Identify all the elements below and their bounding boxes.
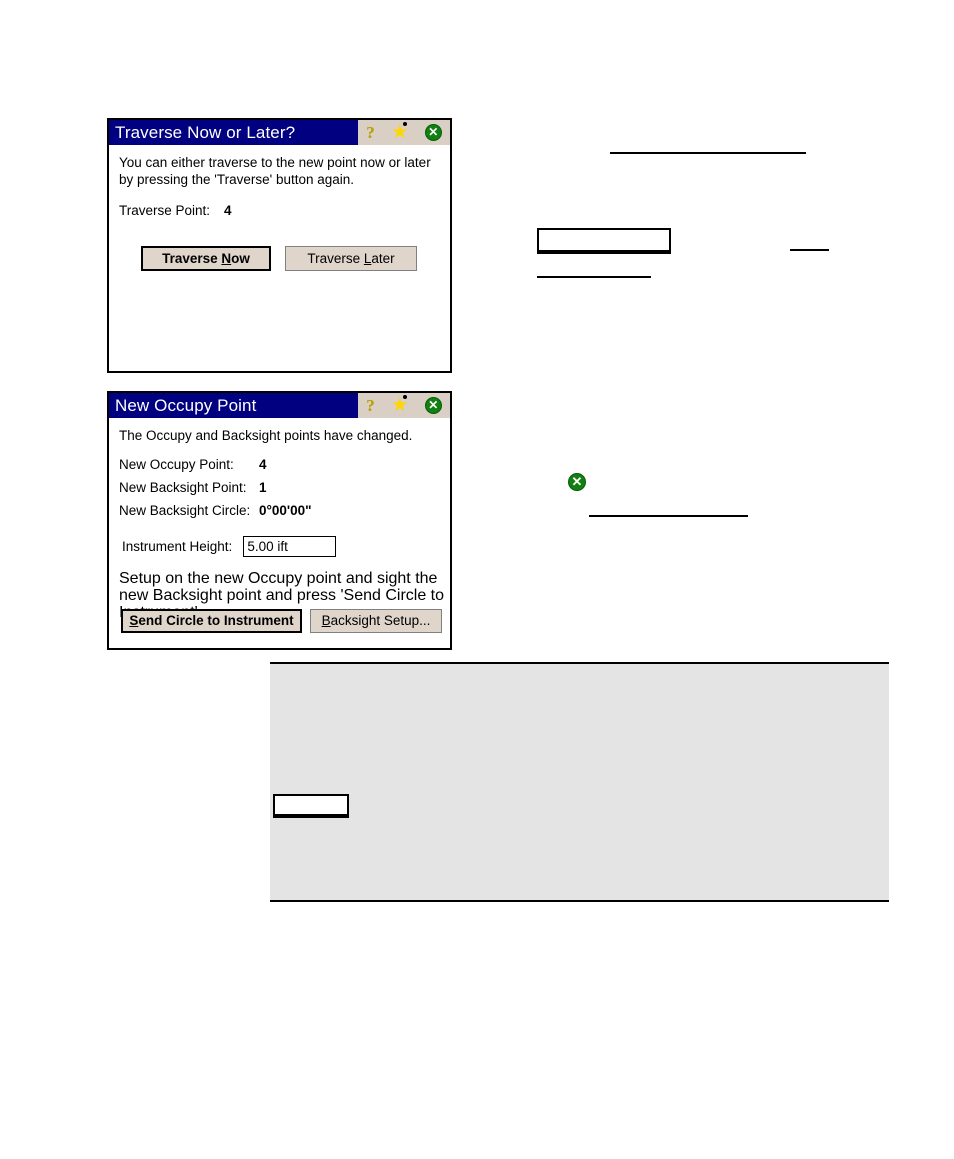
- instrument-height-label: Instrument Height:: [122, 539, 233, 554]
- help-icon[interactable]: ?: [366, 397, 375, 414]
- new-backsight-circle-value: 0°00'00": [259, 503, 312, 518]
- dialog-titlebar: New Occupy Point ? ★ ✕: [109, 393, 450, 418]
- horizontal-rule-short-right: [790, 249, 829, 251]
- dialog-message: You can either traverse to the new point…: [119, 155, 431, 187]
- titlebar-icon-group: ? ★ ✕: [358, 120, 450, 145]
- star-tip: [403, 395, 408, 399]
- empty-text-box-in-panel: [273, 794, 349, 818]
- traverse-now-or-later-dialog: Traverse Now or Later? ? ★ ✕ You can eit…: [107, 118, 452, 373]
- traverse-point-value: 4: [224, 203, 232, 218]
- traverse-later-label-suffix: ater: [371, 250, 395, 266]
- horizontal-rule-below-box: [537, 276, 651, 278]
- close-icon[interactable]: ✕: [568, 473, 586, 491]
- titlebar-icon-group: ? ★ ✕: [358, 393, 450, 418]
- send-circle-label: Send Circle to Instrument: [129, 614, 293, 628]
- horizontal-rule-below-close-icon: [589, 515, 748, 517]
- new-backsight-circle-label: New Backsight Circle:: [119, 503, 251, 518]
- favorites-star-icon[interactable]: ★: [391, 395, 408, 415]
- backsight-setup-label: Backsight Setup...: [322, 614, 431, 628]
- new-backsight-point-label: New Backsight Point:: [119, 480, 247, 495]
- dialog-title: New Occupy Point: [115, 395, 257, 415]
- dialog-body: You can either traverse to the new point…: [109, 145, 450, 218]
- dialog-title: Traverse Now or Later?: [115, 122, 296, 142]
- send-circle-to-instrument-button[interactable]: Send Circle to Instrument: [121, 609, 302, 633]
- traverse-later-label: Traverse Later: [307, 252, 394, 266]
- new-backsight-circle-row: New Backsight Circle: 0°00'00": [119, 503, 440, 518]
- traverse-later-button[interactable]: Traverse Later: [285, 246, 417, 271]
- traverse-point-row: Traverse Point: 4: [119, 203, 440, 218]
- new-backsight-point-row: New Backsight Point: 1: [119, 480, 440, 495]
- traverse-now-label: Traverse Now: [162, 252, 250, 266]
- traverse-now-label-prefix: Traverse: [162, 250, 222, 266]
- backsight-setup-label-suffix: acksight Setup...: [330, 613, 431, 629]
- send-circle-accel: S: [129, 613, 139, 629]
- dialog-titlebar: Traverse Now or Later? ? ★ ✕: [109, 120, 450, 145]
- dialog-body: The Occupy and Backsight points have cha…: [109, 418, 450, 518]
- horizontal-rule-top: [610, 152, 806, 154]
- instrument-height-row: Instrument Height: 5.00 ift: [122, 536, 337, 557]
- new-backsight-point-value: 1: [259, 480, 267, 495]
- new-occupy-point-row: New Occupy Point: 4: [119, 457, 440, 472]
- dialog-message: The Occupy and Backsight points have cha…: [119, 428, 413, 443]
- traverse-later-label-prefix: Traverse: [307, 250, 364, 266]
- new-occupy-point-label: New Occupy Point:: [119, 457, 234, 472]
- new-occupy-point-dialog: New Occupy Point ? ★ ✕ The Occupy and Ba…: [107, 391, 452, 650]
- help-icon[interactable]: ?: [366, 124, 375, 141]
- gray-content-panel: [270, 662, 889, 902]
- star-tip: [403, 122, 408, 126]
- new-occupy-point-value: 4: [259, 457, 267, 472]
- favorites-star-icon[interactable]: ★: [391, 122, 408, 142]
- backsight-setup-button[interactable]: Backsight Setup...: [310, 609, 442, 633]
- traverse-now-label-suffix: ow: [231, 250, 250, 266]
- traverse-point-label: Traverse Point:: [119, 203, 211, 218]
- close-icon[interactable]: ✕: [424, 124, 442, 141]
- traverse-now-button[interactable]: Traverse Now: [141, 246, 271, 271]
- send-circle-label-suffix: end Circle to Instrument: [138, 613, 294, 629]
- close-icon[interactable]: ✕: [424, 397, 442, 414]
- backsight-setup-accel: B: [321, 613, 331, 629]
- instrument-height-input[interactable]: 5.00 ift: [243, 536, 337, 557]
- traverse-now-accel: N: [221, 250, 232, 266]
- empty-text-box-right: [537, 228, 671, 254]
